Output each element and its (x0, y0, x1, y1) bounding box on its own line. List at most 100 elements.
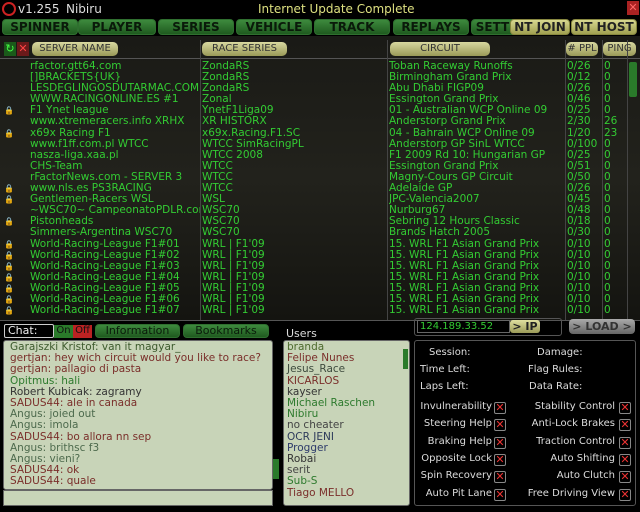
server-ping: 0 (604, 171, 611, 183)
server-series: WRL | F1'09 (202, 249, 265, 261)
tab-series[interactable]: SERIES (158, 19, 234, 35)
sort-ping[interactable]: PING (603, 42, 636, 56)
lock-icon: 🔒 (4, 195, 14, 205)
server-series: WTCC SimRacingPL (202, 138, 304, 150)
tab-information[interactable]: Information (95, 324, 180, 338)
server-row[interactable]: []BRACKETS{UK} ZondaRS Birmingham Grand Pr… (0, 72, 628, 83)
server-row[interactable]: 🔒 www.nls.es PS3RACING WTCC Adelaide GP 0/26… (0, 183, 628, 194)
nt-join-button[interactable]: NT JOIN (510, 19, 570, 35)
server-name: World-Racing-League F1#06 (30, 293, 180, 305)
chat-on-toggle[interactable]: On (54, 325, 73, 338)
server-row[interactable]: Simmers-Argentina WSC70 WSC70 Brands Hatch… (0, 227, 628, 238)
user-item[interactable]: no cheater (287, 420, 406, 431)
server-ping: 0 (604, 61, 611, 72)
chat-off-toggle[interactable]: Off (73, 325, 92, 338)
server-row[interactable]: 🔒 World-Racing-League F1#06 WRL | F1'09 15.… (0, 294, 628, 305)
server-row[interactable]: 🔒 World-Racing-League F1#02 WRL | F1'09 15.… (0, 250, 628, 261)
server-circuit: Essington Grand Prix (389, 160, 499, 172)
server-row[interactable]: 🔒 World-Racing-League F1#07 WRL | F1'09 15.… (0, 305, 628, 316)
nt-host-button[interactable]: NT HOST (571, 19, 637, 35)
server-name: []BRACKETS{UK} (30, 72, 122, 84)
server-circuit: JPC-Valencia2007 (389, 194, 480, 206)
server-ping: 0 (604, 216, 611, 228)
ip-connect-button[interactable]: > IP (510, 320, 540, 333)
server-row[interactable]: www.f1ff.com.pl WTCC WTCC SimRacingPL Ande… (0, 139, 628, 150)
server-circuit: Anderstorp GP SinL WTCC (389, 138, 525, 150)
sort-race-series[interactable]: RACE SERIES (202, 42, 287, 56)
laps-left-label: Laps Left: (420, 381, 469, 392)
tab-vehicle[interactable]: VEHICLE (236, 19, 312, 35)
tab-replays[interactable]: REPLAYS (393, 19, 469, 35)
option-label: Opposite Lock (421, 452, 492, 464)
server-row[interactable]: 🔒 World-Racing-League F1#03 WRL | F1'09 15.… (0, 261, 628, 272)
sort-server-name[interactable]: SERVER NAME (32, 42, 118, 56)
tab-spinner[interactable]: SPINNER (2, 19, 78, 35)
users-list: branda Felipe Nunes Jesus_Race KICARLOS kays… (283, 340, 410, 506)
server-circuit: Toban Raceway Runoffs (389, 61, 513, 72)
chat-input[interactable] (3, 490, 273, 506)
option-label: Invulnerability (420, 401, 492, 412)
server-row[interactable]: nasza-liga.xaa.pl WTCC 2008 F1 2009 Rd 10:… (0, 150, 628, 161)
server-circuit: 15. WRL F1 Asian Grand Prix (389, 271, 540, 283)
server-name: World-Racing-League F1#03 (30, 260, 180, 272)
close-button[interactable]: ✕ (627, 1, 639, 15)
user-item[interactable]: Jesus_Race (287, 364, 406, 375)
server-ppl: 0/25 (567, 105, 591, 117)
server-series: WTCC (202, 171, 233, 183)
option-disabled-x-icon: ✕ (619, 452, 631, 466)
user-item[interactable]: Tiago MELLO (287, 487, 406, 499)
server-row[interactable]: ~WSC70~ CampeonatoPDLR.com WSC70 Nurburg67… (0, 205, 628, 216)
lock-icon: 🔒 (4, 306, 14, 316)
server-circuit: Birmingham Grand Prix (389, 72, 512, 84)
server-series: WSL (202, 194, 225, 206)
sort-ppl[interactable]: # PPL (566, 42, 598, 56)
server-circuit: Magny-Cours GP Circuit (389, 171, 513, 183)
option-disabled-x-icon: ✕ (494, 470, 506, 484)
server-ping: 0 (604, 260, 611, 272)
tab-player[interactable]: PLAYER (78, 19, 156, 35)
server-row[interactable]: WWW.RACINGONLINE.ES #1 Zonal Essington Gra… (0, 94, 628, 105)
server-row[interactable]: 🔒 Gentlemen-Racers WSL WSL JPC-Valencia2007… (0, 194, 628, 205)
users-label: Users (286, 327, 317, 340)
server-row[interactable]: 🔒 World-Racing-League F1#04 WRL | F1'09 15.… (0, 272, 628, 283)
option-disabled-x-icon: ✕ (494, 418, 506, 432)
server-name: www.f1ff.com.pl WTCC (30, 138, 149, 150)
users-scrollbar[interactable] (403, 349, 408, 369)
server-circuit: Essington Grand Prix (389, 94, 499, 106)
server-circuit: Brands Hatch 2005 (389, 227, 491, 239)
tab-bookmarks[interactable]: Bookmarks (183, 324, 269, 338)
server-list-scrollbar[interactable] (629, 62, 637, 97)
server-ppl: 0/12 (567, 72, 591, 84)
server-ping: 0 (604, 83, 611, 95)
lock-icon: 🔒 (4, 217, 14, 227)
tab-track[interactable]: TRACK (314, 19, 390, 35)
lock-icon: 🔒 (4, 261, 14, 271)
chat-scrollbar[interactable] (273, 459, 279, 479)
server-ppl: 0/26 (567, 183, 591, 195)
server-row[interactable]: rfactor.gtt64.com ZondaRS Toban Raceway Ru… (0, 61, 628, 72)
clear-filter-icon[interactable]: ✕ (17, 42, 29, 56)
server-ppl: 0/30 (567, 227, 591, 239)
server-series: WRL | F1'09 (202, 260, 265, 272)
option-disabled-x-icon: ✕ (619, 401, 631, 414)
option-label: Auto Shifting (550, 452, 615, 464)
option-label: Auto Clutch (556, 470, 615, 482)
server-row[interactable]: rFactorNews.com - SERVER 3 WTCC Magny-Cour… (0, 172, 628, 183)
server-row[interactable]: 🔒 F1 Ynet league YnetF1Liga09 01 - Australi… (0, 105, 628, 116)
refresh-icon[interactable]: ↻ (4, 42, 16, 56)
server-ping: 0 (604, 105, 611, 117)
server-row[interactable]: 🔒 World-Racing-League F1#01 WRL | F1'09 15.… (0, 239, 628, 250)
server-circuit: Sebring 12 Hours Classic (389, 216, 520, 228)
server-name: www.xtremeracers.info XRHX (30, 116, 185, 128)
server-row[interactable]: 🔒 x69x Racing F1 x69x.Racing.F1.SC 04 - Bah… (0, 128, 628, 139)
load-button[interactable]: > LOAD > (569, 319, 635, 334)
server-ping: 0 (604, 72, 611, 84)
server-row[interactable]: 🔒 Pistonheads WSC70 Sebring 12 Hours Classi… (0, 216, 628, 227)
ip-input[interactable]: 124.189.33.52 (417, 320, 510, 333)
server-row[interactable]: CHS-Team WTCC Essington Grand Prix 0/51 0 (0, 161, 628, 172)
server-row[interactable]: www.xtremeracers.info XRHX XR HISTORX Ande… (0, 116, 628, 127)
user-item[interactable]: Sub-S (287, 476, 406, 487)
sort-circuit[interactable]: CIRCUIT (390, 42, 490, 56)
server-row[interactable]: LESDEGLINGOSDUTARMAC.COM ZondaRS Abu Dhabi… (0, 83, 628, 94)
server-row[interactable]: 🔒 World-Racing-League F1#05 WRL | F1'09 15.… (0, 283, 628, 294)
